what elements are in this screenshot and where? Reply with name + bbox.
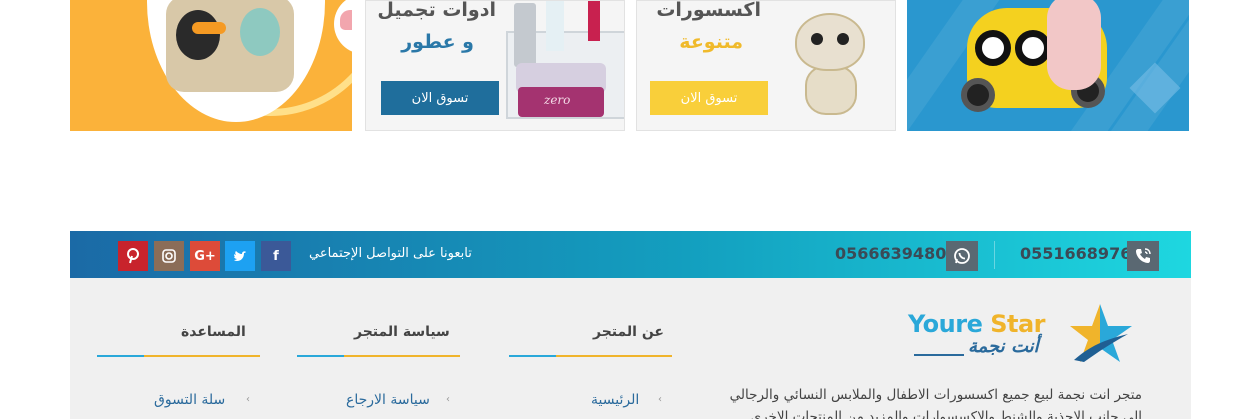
cat-eye (811, 33, 823, 45)
shoe-image (340, 10, 352, 30)
cat-eye (837, 33, 849, 45)
shop-now-button[interactable]: تسوق الان (650, 81, 768, 115)
accessories-banner[interactable]: أكسسورات متنوعة تسوق الان (636, 0, 896, 131)
car-wheel (961, 78, 995, 112)
car-eye (975, 30, 1011, 66)
child-image (1047, 0, 1101, 90)
chevron-left-icon: ‹ (246, 394, 250, 405)
heading-underline (509, 355, 672, 357)
footer-heading-policy: سياسة المتجر (354, 324, 450, 340)
follow-us-text: تابعونا على التواصل الإجتماعي (309, 246, 472, 261)
toucan-beak (192, 22, 226, 34)
phone-icon[interactable] (1127, 241, 1159, 271)
banner-subtitle: متنوعة (679, 31, 743, 53)
cosmetics-banner[interactable]: zero أدوات تجميل و عطور تسوق الان (365, 0, 625, 131)
pinterest-icon[interactable] (118, 241, 148, 271)
whatsapp-number[interactable]: 0566639480 (835, 244, 946, 263)
footer-link-cart[interactable]: سلة التسوق (154, 392, 225, 408)
footer-link-returns[interactable]: سياسة الارجاع (346, 392, 430, 408)
heading-underline (297, 355, 460, 357)
logo-underline (914, 354, 964, 356)
footer: المساعدة سلة التسوق ‹ سياسة المتجر سياسة… (70, 278, 1191, 419)
chevron-left-icon: ‹ (658, 394, 662, 405)
logo-text-en: Youre Star (908, 310, 1046, 338)
bags-banner[interactable] (70, 0, 352, 131)
cream-jar: zero (518, 87, 604, 117)
twitter-icon[interactable] (225, 241, 255, 271)
cosmetic-bottle (514, 3, 536, 67)
banner-subtitle: و عطور (401, 31, 474, 53)
cosmetic-bottle (546, 1, 564, 51)
chevron-left-icon: ‹ (446, 394, 450, 405)
divider (994, 241, 995, 269)
footer-heading-about: عن المتجر (593, 324, 664, 340)
heading-underline (97, 355, 260, 357)
footer-link-home[interactable]: الرئيسية (591, 392, 639, 408)
google-plus-icon[interactable]: G+ (190, 241, 220, 271)
cat-brooch-head (795, 13, 865, 71)
whatsapp-icon[interactable] (946, 241, 978, 271)
footer-heading-help: المساعدة (181, 324, 246, 340)
facebook-icon[interactable]: f (261, 241, 291, 271)
logo-text-ar: أنت نجمة (968, 336, 1039, 357)
banner-title: أدوات تجميل (377, 0, 496, 21)
store-description: متجر انت نجمة لبيع جميع اكسسورات الاطفال… (729, 387, 1142, 419)
store-logo[interactable]: Youre Star أنت نجمة (908, 302, 1138, 366)
kids-banner[interactable] (907, 0, 1189, 131)
jar-label: zero (544, 93, 571, 107)
phone-number[interactable]: 0551668976 (1020, 244, 1131, 263)
instagram-icon[interactable] (154, 241, 184, 271)
lipstick (588, 1, 600, 41)
parrot-pattern (240, 8, 280, 56)
banner-title: أكسسورات (656, 0, 761, 21)
shop-now-button[interactable]: تسوق الان (381, 81, 499, 115)
star-logo-icon (1070, 304, 1132, 362)
car-eye (1015, 30, 1051, 66)
cat-brooch-body (805, 65, 857, 115)
social-bar: G+ f تابعونا على التواصل الإجتماعي 05666… (70, 231, 1191, 278)
toucan-pattern (176, 10, 220, 60)
